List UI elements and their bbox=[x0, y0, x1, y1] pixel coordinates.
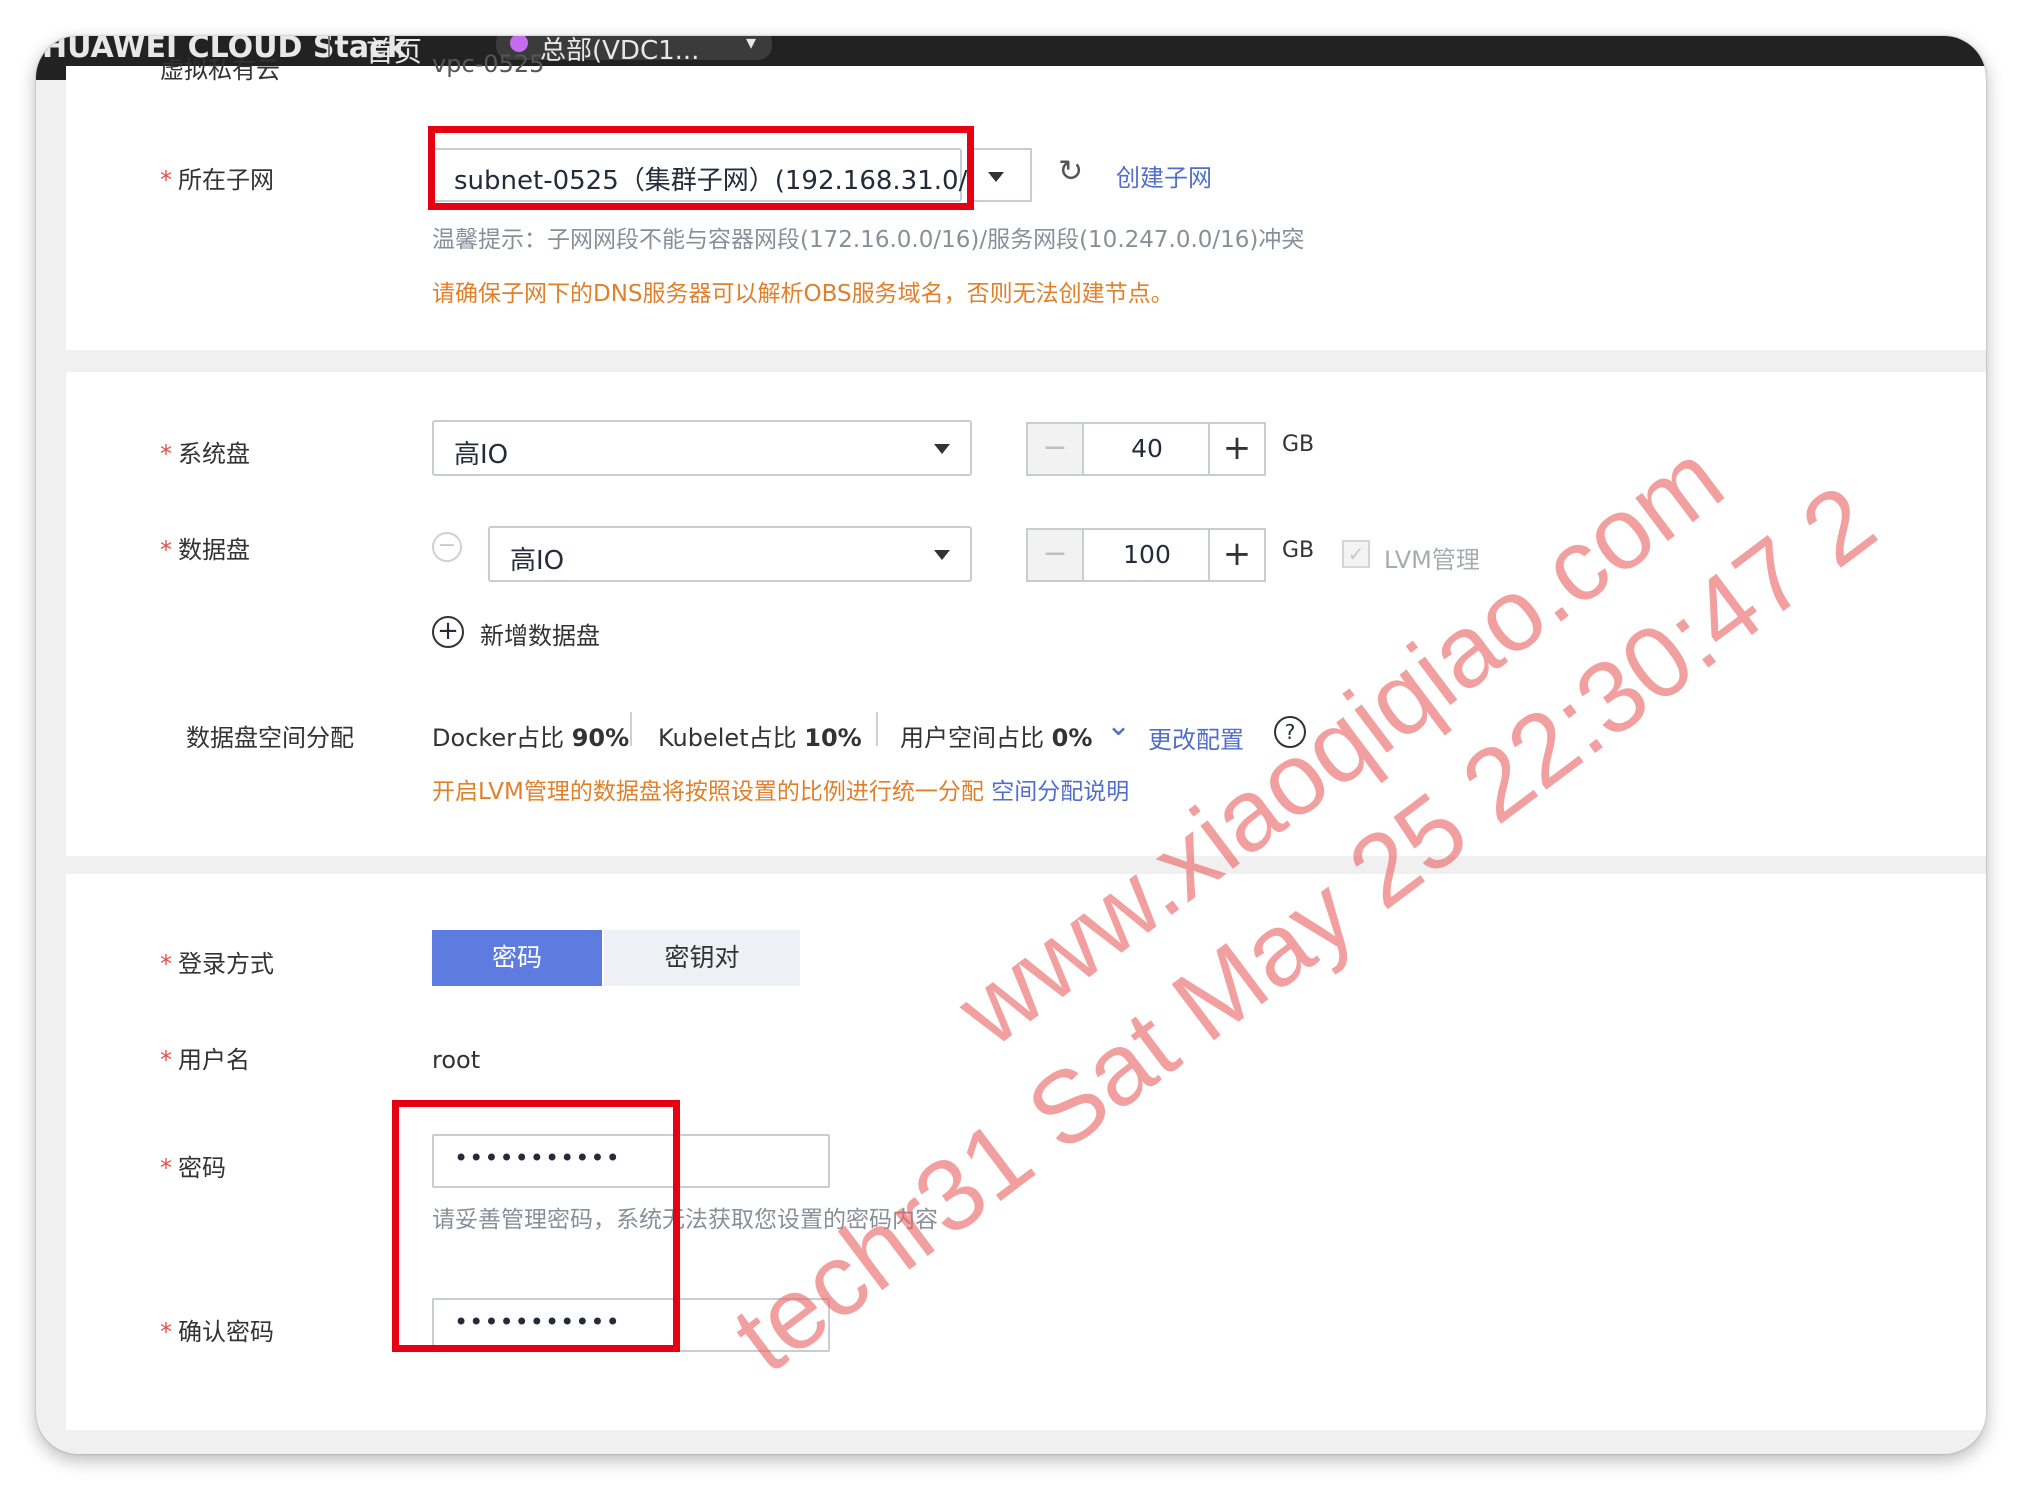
tab-password[interactable]: 密码 bbox=[432, 930, 602, 986]
lvm-note: 开启LVM管理的数据盘将按照设置的比例进行统一分配 空间分配说明 bbox=[432, 779, 1130, 805]
vpc-value: vpc-0525 bbox=[432, 50, 545, 78]
allocation-label: 数据盘空间分配 bbox=[186, 724, 354, 752]
add-circle-icon[interactable]: + bbox=[432, 616, 464, 648]
required-mark: * bbox=[160, 166, 172, 194]
password-input[interactable]: ••••••••••• bbox=[432, 1134, 830, 1188]
caret-down-icon bbox=[934, 444, 950, 454]
system-disk-unit: GB bbox=[1282, 432, 1315, 457]
create-subnet-link[interactable]: 创建子网 bbox=[1116, 158, 1212, 193]
data-disk-type-select[interactable]: 高IO bbox=[488, 526, 972, 582]
data-disk-label: * 数据盘 bbox=[160, 536, 250, 564]
kubelet-ratio: Kubelet占比 10% bbox=[658, 724, 862, 752]
space-doc-link[interactable]: 空间分配说明 bbox=[991, 779, 1129, 805]
password-mask: ••••••••••• bbox=[454, 1144, 621, 1172]
refresh-icon[interactable]: ↻ bbox=[1058, 154, 1083, 189]
required-mark: * bbox=[160, 950, 172, 978]
increment-button[interactable]: + bbox=[1208, 530, 1264, 580]
data-disk-size-stepper[interactable]: − 100 + bbox=[1026, 528, 1266, 582]
required-mark: * bbox=[160, 1318, 172, 1346]
required-mark: * bbox=[160, 536, 172, 564]
help-icon[interactable]: ? bbox=[1274, 716, 1306, 748]
subnet-select[interactable]: subnet-0525（集群子网）(192.168.31.0/24) bbox=[432, 148, 1011, 202]
data-disk-type-value: 高IO bbox=[510, 546, 565, 576]
chevron-down-icon[interactable]: ⌄ bbox=[1106, 708, 1131, 743]
divider bbox=[876, 712, 878, 746]
chevron-down-icon: ▾ bbox=[746, 36, 757, 54]
username-value: root bbox=[432, 1046, 481, 1074]
password-hint: 请妥善管理密码，系统无法获取您设置的密码内容 bbox=[432, 1207, 938, 1233]
add-data-disk-button[interactable]: 新增数据盘 bbox=[480, 616, 600, 651]
required-mark: * bbox=[160, 440, 172, 468]
nav-home-link[interactable]: 首页 bbox=[366, 36, 422, 70]
app-window: HUAWEI CLOUD Stack 首页 总部(VDC1... ▾ 虚拟私有云… bbox=[36, 36, 1986, 1454]
subnet-select-value: subnet-0525（集群子网）(192.168.31.0/24) bbox=[454, 166, 1011, 196]
vpc-label: 虚拟私有云 bbox=[160, 56, 280, 84]
data-disk-size-value[interactable]: 100 bbox=[1082, 530, 1212, 580]
subnet-tip: 温馨提示：子网网段不能与容器网段(172.16.0.0/16)/服务网段(10.… bbox=[432, 227, 1305, 253]
caret-down-icon bbox=[988, 172, 1004, 182]
decrement-button[interactable]: − bbox=[1028, 530, 1084, 580]
decrement-button[interactable]: − bbox=[1028, 424, 1084, 474]
subnet-label: * 所在子网 bbox=[160, 166, 274, 194]
caret-down-icon bbox=[934, 550, 950, 560]
system-disk-size-value[interactable]: 40 bbox=[1082, 424, 1212, 474]
remove-disk-icon[interactable]: − bbox=[432, 532, 462, 562]
subnet-dropdown-toggle[interactable] bbox=[970, 148, 1032, 202]
storage-section: * 系统盘 高IO − 40 + GB * 数据盘 − 高IO − 100 + GB… bbox=[66, 372, 1986, 856]
data-disk-unit: GB bbox=[1282, 538, 1315, 563]
required-mark: * bbox=[160, 1046, 172, 1074]
password-label: * 密码 bbox=[160, 1154, 226, 1182]
system-disk-label: * 系统盘 bbox=[160, 440, 250, 468]
confirm-password-label: * 确认密码 bbox=[160, 1318, 274, 1346]
vdc-name: 总部(VDC1... bbox=[540, 36, 700, 66]
login-method-label: * 登录方式 bbox=[160, 950, 274, 978]
confirm-password-input[interactable]: ••••••••••• bbox=[432, 1298, 830, 1352]
system-disk-size-stepper[interactable]: − 40 + bbox=[1026, 422, 1266, 476]
lvm-label: LVM管理 bbox=[1384, 546, 1480, 574]
system-disk-type-value: 高IO bbox=[454, 440, 509, 470]
dns-warning: 请确保子网下的DNS服务器可以解析OBS服务域名，否则无法创建节点。 bbox=[432, 281, 1174, 307]
user-space-ratio: 用户空间占比 0% bbox=[900, 724, 1093, 752]
login-section: * 登录方式 密码 密钥对 * 用户名 root * 密码 ••••••••••• 请… bbox=[66, 874, 1986, 1430]
username-label: * 用户名 bbox=[160, 1046, 250, 1074]
network-section: 虚拟私有云 vpc-0525 * 所在子网 subnet-0525（集群子网）(1… bbox=[66, 50, 1986, 350]
divider bbox=[630, 712, 632, 746]
confirm-password-mask: ••••••••••• bbox=[454, 1308, 621, 1336]
docker-ratio: Docker占比 90% bbox=[432, 724, 630, 752]
tab-keypair[interactable]: 密钥对 bbox=[604, 930, 800, 986]
change-config-link[interactable]: 更改配置 bbox=[1148, 720, 1244, 755]
system-disk-type-select[interactable]: 高IO bbox=[432, 420, 972, 476]
required-mark: * bbox=[160, 1154, 172, 1182]
increment-button[interactable]: + bbox=[1208, 424, 1264, 474]
nav-divider bbox=[328, 36, 330, 56]
lvm-checkbox[interactable]: ✓ bbox=[1342, 540, 1370, 568]
